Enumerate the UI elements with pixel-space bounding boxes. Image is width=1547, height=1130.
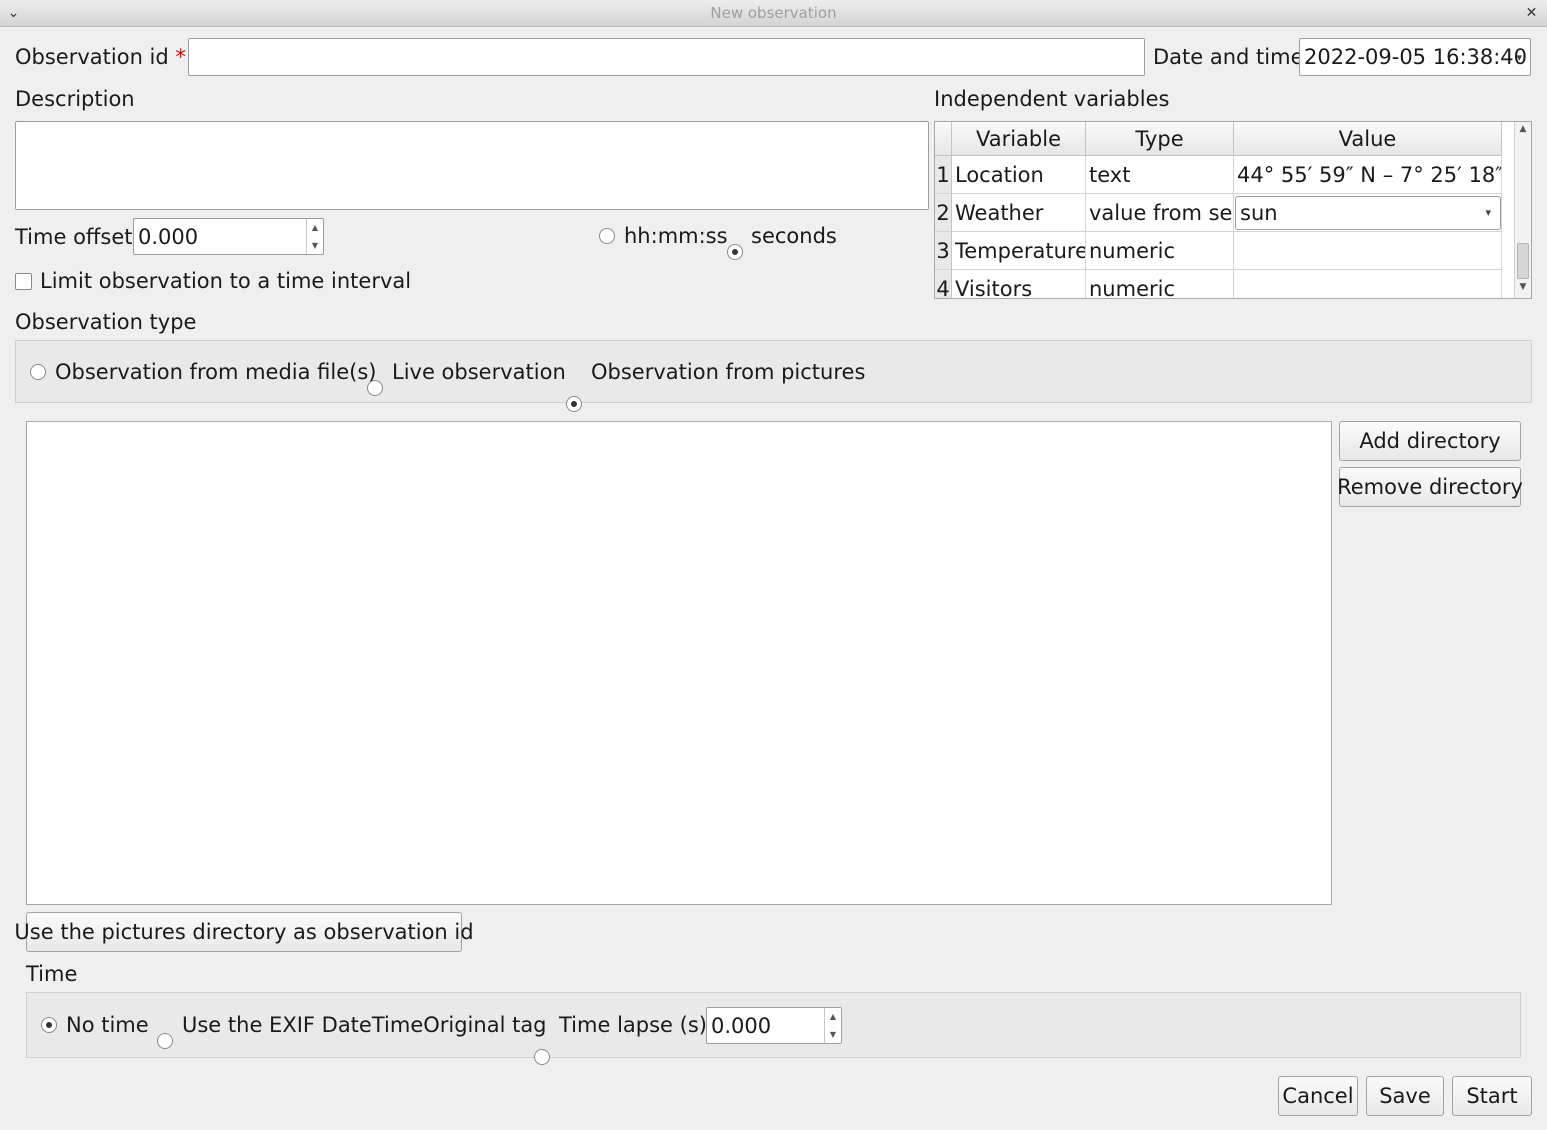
row-number: 3 bbox=[935, 232, 952, 270]
table-cell-value[interactable] bbox=[1234, 232, 1502, 270]
start-button[interactable]: Start bbox=[1452, 1076, 1532, 1116]
table-cell-value: sun ▾ bbox=[1234, 194, 1502, 232]
datetime-label: Date and time bbox=[1153, 45, 1304, 69]
exif-radio[interactable] bbox=[157, 1033, 173, 1049]
chevron-down-icon[interactable]: ▾ bbox=[1516, 51, 1522, 64]
limit-interval-checkbox[interactable] bbox=[15, 273, 32, 290]
table-corner bbox=[935, 122, 952, 156]
pictures-radio[interactable] bbox=[566, 396, 582, 412]
table-cell-variable: Temperature bbox=[952, 232, 1086, 270]
save-button[interactable]: Save bbox=[1366, 1076, 1444, 1116]
datetime-combo[interactable]: 2022-09-05 16:38:40 ▾ bbox=[1299, 38, 1531, 76]
column-header-variable[interactable]: Variable bbox=[952, 122, 1086, 156]
seconds-label: seconds bbox=[751, 224, 837, 248]
time-offset-value: 0.000 bbox=[138, 224, 199, 249]
cancel-button[interactable]: Cancel bbox=[1278, 1076, 1358, 1116]
exif-label: Use the EXIF DateTimeOriginal tag bbox=[182, 1013, 547, 1037]
row-number: 2 bbox=[935, 194, 952, 232]
media-files-label: Observation from media file(s) bbox=[55, 360, 377, 384]
observation-id-label: Observation id * bbox=[15, 45, 186, 69]
limit-interval-label: Limit observation to a time interval bbox=[40, 269, 412, 293]
weather-value: sun bbox=[1240, 201, 1278, 225]
window-titlebar: New observation bbox=[0, 0, 1547, 27]
window-title: New observation bbox=[710, 4, 837, 22]
row-number: 1 bbox=[935, 156, 952, 194]
table-cell-variable: Visitors bbox=[952, 270, 1086, 298]
table-cell-type: numeric bbox=[1086, 270, 1234, 298]
time-lapse-radio[interactable] bbox=[534, 1049, 550, 1065]
live-observation-label: Live observation bbox=[392, 360, 566, 384]
scrollbar-thumb[interactable] bbox=[1517, 243, 1529, 279]
column-header-type[interactable]: Type bbox=[1086, 122, 1234, 156]
table-cell-type: text bbox=[1086, 156, 1234, 194]
spin-down-icon[interactable]: ▼ bbox=[307, 237, 323, 255]
description-textarea[interactable] bbox=[15, 121, 929, 210]
hhmmss-label: hh:mm:ss bbox=[624, 224, 728, 248]
hhmmss-radio[interactable] bbox=[599, 228, 615, 244]
table-cell-value[interactable]: 44° 55′ 59″ N – 7° 25′ 18″ E bbox=[1234, 156, 1502, 194]
table-cell-variable: Weather bbox=[952, 194, 1086, 232]
add-directory-button[interactable]: Add directory bbox=[1339, 421, 1521, 461]
time-lapse-value: 0.000 bbox=[711, 1013, 772, 1038]
spin-up-icon[interactable]: ▲ bbox=[825, 1008, 841, 1026]
table-cell-variable: Location bbox=[952, 156, 1086, 194]
observation-type-label: Observation type bbox=[15, 310, 197, 334]
pictures-directory-list[interactable] bbox=[26, 421, 1332, 905]
spin-down-icon[interactable]: ▼ bbox=[825, 1026, 841, 1044]
no-time-label: No time bbox=[66, 1013, 149, 1037]
required-mark: * bbox=[175, 45, 186, 69]
close-icon[interactable]: ✕ bbox=[1518, 0, 1545, 27]
spin-up-icon[interactable]: ▲ bbox=[307, 219, 323, 237]
time-offset-spinbox[interactable]: 0.000 ▲ ▼ bbox=[133, 218, 324, 255]
row-number: 4 bbox=[935, 270, 952, 298]
description-label: Description bbox=[15, 87, 135, 111]
time-offset-label: Time offset bbox=[15, 225, 133, 249]
observation-type-group: Observation from media file(s) Live obse… bbox=[15, 340, 1532, 412]
table-cell-value[interactable] bbox=[1234, 270, 1502, 298]
time-label: Time bbox=[26, 962, 78, 986]
pictures-label: Observation from pictures bbox=[591, 360, 866, 384]
independent-variables-table: Variable Type Value 1 Location text 44° … bbox=[934, 121, 1532, 299]
seconds-radio[interactable] bbox=[727, 244, 743, 260]
no-time-radio[interactable] bbox=[41, 1017, 57, 1033]
use-directory-as-id-button[interactable]: Use the pictures directory as observatio… bbox=[14, 912, 474, 952]
live-observation-radio[interactable] bbox=[367, 380, 383, 396]
table-cell-type: numeric bbox=[1086, 232, 1234, 270]
time-group: No time Use the EXIF DateTimeOriginal ta… bbox=[26, 992, 1521, 1065]
column-header-value[interactable]: Value bbox=[1234, 122, 1502, 156]
chevron-down-icon[interactable]: ▾ bbox=[1485, 206, 1491, 219]
observation-id-input[interactable] bbox=[188, 38, 1145, 76]
datetime-value: 2022-09-05 16:38:40 bbox=[1304, 45, 1528, 69]
remove-directory-button[interactable]: Remove directory bbox=[1337, 467, 1523, 507]
table-cell-type: value from set bbox=[1086, 194, 1234, 232]
media-files-radio[interactable] bbox=[30, 364, 46, 380]
scroll-up-icon[interactable]: ▲ bbox=[1515, 124, 1531, 134]
table-scrollbar[interactable]: ▲ ▼ bbox=[1514, 122, 1531, 298]
time-lapse-label: Time lapse (s) bbox=[559, 1013, 707, 1037]
scroll-down-icon[interactable]: ▼ bbox=[1515, 282, 1531, 292]
independent-variables-label: Independent variables bbox=[934, 87, 1170, 111]
time-lapse-spinbox[interactable]: 0.000 ▲ ▼ bbox=[706, 1007, 842, 1044]
window-menu-icon[interactable]: ⌄ bbox=[0, 0, 27, 27]
weather-combo[interactable]: sun ▾ bbox=[1235, 196, 1501, 230]
